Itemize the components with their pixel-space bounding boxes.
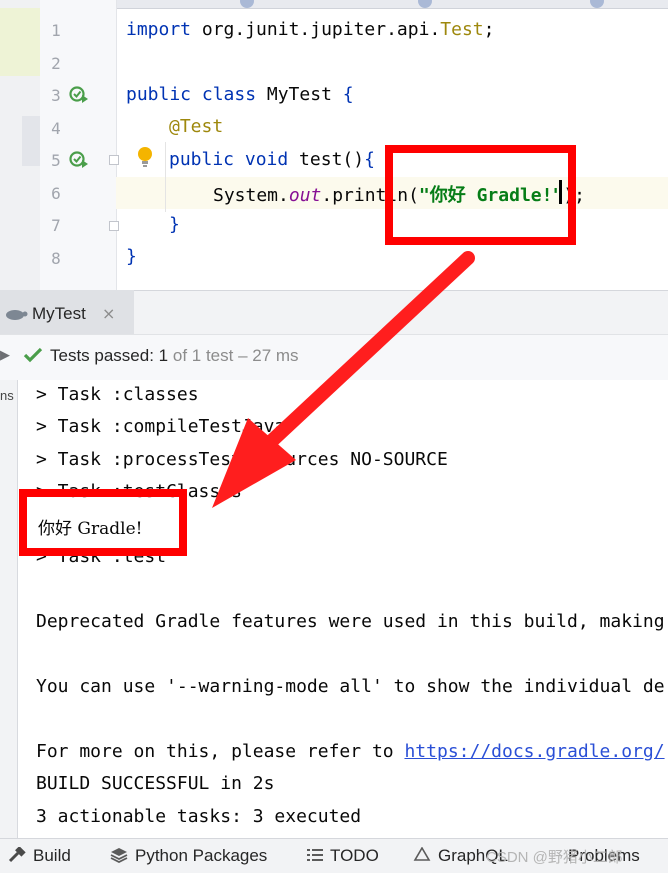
tab-icon[interactable]	[418, 0, 432, 8]
line-number: 4	[51, 119, 61, 138]
intention-bulb-icon[interactable]	[137, 146, 153, 168]
watermark: CSDN @野猪小二郎	[486, 849, 623, 866]
fold-marker[interactable]	[109, 155, 119, 165]
docs-link[interactable]: https://docs.gradle.org/	[404, 741, 664, 762]
test-status-text: Tests passed: 1 of 1 test – 27 ms	[50, 346, 299, 365]
run-test-class-icon[interactable]	[69, 85, 89, 105]
tool-tab-label: MyTest	[32, 304, 86, 323]
console-line: 3 actionable tasks: 3 executed	[36, 806, 362, 827]
tab-icon[interactable]	[240, 0, 254, 8]
graphql-icon	[413, 847, 431, 861]
indent-guide	[165, 142, 166, 212]
line-number: 5	[51, 151, 61, 170]
close-icon[interactable]: ×	[102, 304, 115, 323]
line-number: 2	[51, 54, 61, 73]
list-icon	[307, 849, 323, 861]
expand-icon[interactable]: ▶	[0, 348, 10, 363]
run-test-method-icon[interactable]	[69, 150, 89, 170]
highlight-box-code	[385, 145, 576, 245]
console-line: Deprecated Gradle features were used in …	[36, 611, 665, 632]
run-config-icon	[6, 310, 28, 320]
code-line-4[interactable]: @Test	[169, 116, 223, 137]
console-line: > Task :processTestResources NO-SOURCE	[36, 449, 448, 470]
highlight-box-output	[19, 489, 187, 556]
todo-tab[interactable]: TODO	[330, 846, 379, 866]
console-line: BUILD SUCCESSFUL in 2s	[36, 773, 275, 794]
line-number: 6	[51, 184, 61, 203]
code-line-7[interactable]: }	[169, 214, 180, 235]
project-side-strip	[0, 0, 40, 290]
line-number: 8	[51, 249, 61, 268]
code-line-8[interactable]: }	[126, 246, 137, 267]
hammer-icon	[8, 847, 26, 863]
editor-gutter	[40, 0, 117, 290]
console-line: > Task :compileTestJava	[36, 416, 286, 437]
python-packages-tab[interactable]: Python Packages	[135, 846, 267, 866]
code-line-3[interactable]: public class MyTest {	[126, 84, 354, 105]
console-side-panel[interactable]	[0, 380, 18, 838]
line-number: 3	[51, 86, 61, 105]
code-line-5[interactable]: public void test(){	[169, 149, 375, 170]
console-line: You can use '--warning-mode all' to show…	[36, 676, 665, 697]
line-number: 7	[51, 216, 61, 235]
side-panel-label: ns	[0, 388, 14, 403]
line-number: 1	[51, 21, 61, 40]
layers-icon	[110, 848, 128, 863]
fold-marker[interactable]	[109, 221, 119, 231]
console-line: > Task :classes	[36, 384, 199, 405]
code-line-1[interactable]: import org.junit.jupiter.api.Test;	[126, 19, 494, 40]
build-tab[interactable]: Build	[33, 846, 71, 866]
check-icon	[23, 347, 43, 363]
tab-icon[interactable]	[590, 0, 604, 8]
console-line: For more on this, please refer to https:…	[36, 741, 665, 762]
